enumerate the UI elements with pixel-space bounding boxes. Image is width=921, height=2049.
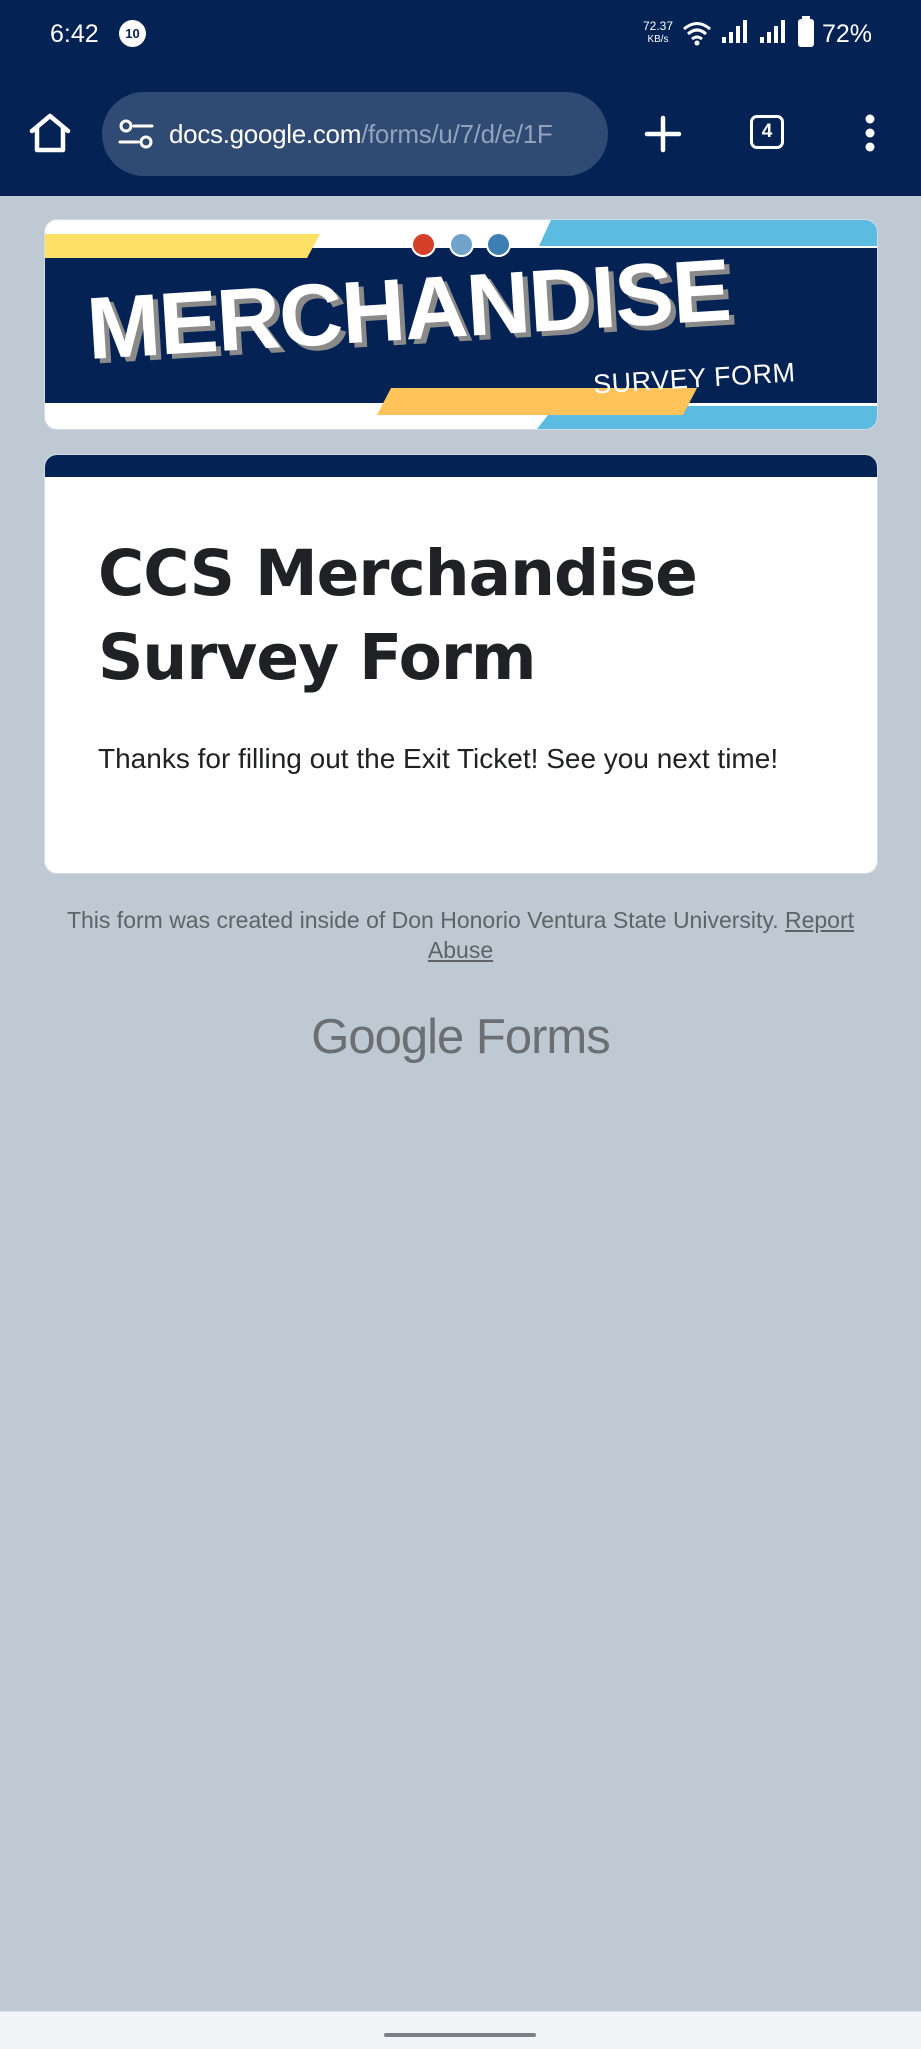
university-seal-logo bbox=[411, 232, 436, 257]
tabs-icon[interactable]: 4 bbox=[750, 115, 784, 149]
google-forms-logo[interactable]: Google Forms bbox=[0, 1002, 921, 1072]
form-footer-notice: This form was created inside of Don Hono… bbox=[60, 905, 861, 965]
cell-signal-icon bbox=[722, 20, 747, 43]
brand-google: Google bbox=[311, 1010, 464, 1064]
battery-icon bbox=[798, 16, 814, 47]
browser-chrome: 6:42 10 72.37 KB/s 72% docs.google.com/f… bbox=[0, 0, 921, 196]
system-navigation-bar bbox=[0, 2011, 921, 2049]
department-seal-logo bbox=[486, 232, 511, 257]
college-seal-logo bbox=[449, 232, 474, 257]
confirmation-message: Thanks for filling out the Exit Ticket! … bbox=[98, 743, 779, 774]
status-time: 6:42 bbox=[50, 20, 99, 48]
brand-forms: Forms bbox=[475, 1010, 611, 1064]
network-speed: 72.37 KB/s bbox=[636, 20, 680, 46]
form-confirmation-card: CCS Merchandise Survey Form Thanks for f… bbox=[45, 455, 877, 873]
cell-signal-2-icon bbox=[760, 20, 785, 43]
card-accent-bar bbox=[45, 455, 877, 477]
battery-percent: 72% bbox=[822, 20, 873, 48]
address-bar[interactable]: docs.google.com/forms/u/7/d/e/1F bbox=[102, 92, 608, 176]
site-settings-icon[interactable] bbox=[118, 118, 154, 150]
url-text[interactable]: docs.google.com/forms/u/7/d/e/1F bbox=[169, 92, 594, 176]
wifi-icon bbox=[683, 22, 711, 46]
notification-badge: 10 bbox=[119, 20, 146, 47]
plus-icon[interactable] bbox=[644, 115, 682, 153]
gesture-handle[interactable] bbox=[384, 2033, 536, 2037]
more-vert-icon[interactable] bbox=[858, 113, 882, 153]
network-speed-unit: KB/s bbox=[647, 34, 669, 45]
network-speed-value: 72.37 bbox=[642, 19, 674, 33]
home-icon[interactable] bbox=[28, 112, 72, 154]
url-path: /forms/u/7/d/e/1F bbox=[361, 119, 553, 149]
organization-notice: This form was created inside of Don Hono… bbox=[66, 907, 779, 933]
form-title: CCS Merchandise Survey Form bbox=[98, 537, 698, 694]
url-host: docs.google.com bbox=[169, 119, 362, 149]
